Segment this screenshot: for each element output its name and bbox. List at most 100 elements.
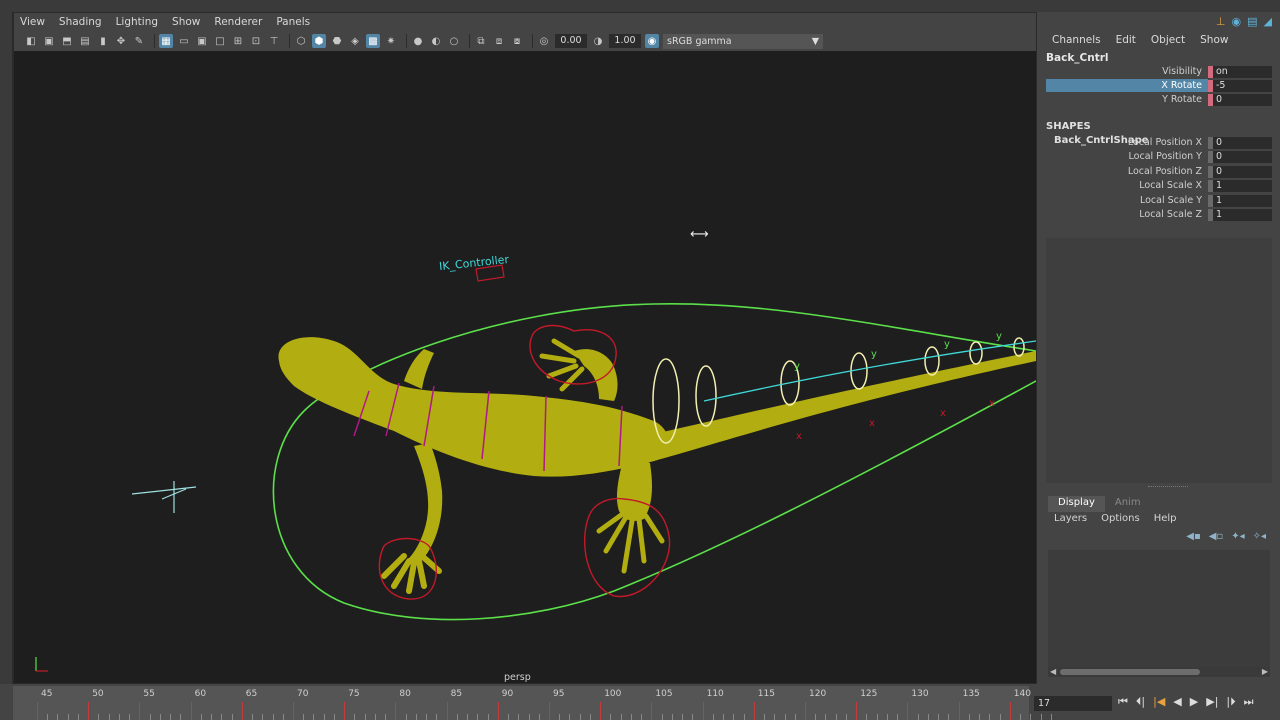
channel-row-x-rotate[interactable]: X Rotate -5 <box>1046 79 1272 92</box>
grease-pencil-icon[interactable]: ✎ <box>132 34 146 48</box>
go-to-start-icon[interactable]: ⏮ <box>1118 695 1128 709</box>
menu-show[interactable]: Show <box>172 16 200 28</box>
channel-row-y-rotate[interactable]: Y Rotate 0 <box>1046 93 1272 106</box>
current-frame-field[interactable]: 17 <box>1034 696 1112 711</box>
attribute-editor-icon[interactable]: ◉ <box>1232 15 1242 28</box>
grid-icon[interactable]: ▦ <box>159 34 173 48</box>
motion-blur-icon[interactable]: ○ <box>447 34 461 48</box>
smooth-shade-icon[interactable]: ⬢ <box>312 34 326 48</box>
shape-attr-label[interactable]: Local Scale X <box>1046 179 1208 192</box>
keyframe-marker[interactable] <box>549 702 550 720</box>
use-all-lights-icon[interactable]: ✷ <box>384 34 398 48</box>
step-forward-frame-icon[interactable]: |⏵ <box>1226 695 1235 709</box>
keyframe-marker[interactable] <box>190 702 192 720</box>
shape-attr-label[interactable]: Local Scale Y <box>1046 194 1208 207</box>
new-layer-selected-icon[interactable]: ✧◂ <box>1253 531 1266 542</box>
menu-channels[interactable]: Channels <box>1052 34 1101 46</box>
channel-value-field[interactable]: -5 <box>1213 79 1272 92</box>
object-name[interactable]: Back_Cntrl <box>1046 52 1109 64</box>
scroll-left-icon[interactable]: ◀ <box>1050 667 1056 676</box>
shape-attr-row[interactable]: Local Scale Y 1 <box>1046 194 1272 207</box>
time-slider[interactable]: 45 50 55 60 65 70 75 80 85 90 95 100 105 110 115 120 125… <box>13 686 1052 720</box>
modeling-toolkit-icon[interactable]: ⊥ <box>1216 15 1226 28</box>
menu-object[interactable]: Object <box>1151 34 1185 46</box>
shape-attr-value[interactable]: 1 <box>1213 194 1272 207</box>
shape-attr-label[interactable]: Local Position Z <box>1046 165 1208 178</box>
new-layer-icon[interactable]: ✦◂ <box>1231 531 1244 542</box>
exposure-icon[interactable]: ◎ <box>537 34 551 48</box>
keyframe-marker[interactable] <box>37 702 38 720</box>
menu-view[interactable]: View <box>20 16 45 28</box>
wireframe-on-shaded-icon[interactable]: ⬣ <box>330 34 344 48</box>
menu-lighting[interactable]: Lighting <box>116 16 158 28</box>
keyframe-marker[interactable] <box>446 702 448 720</box>
textured-icon[interactable]: ◈ <box>348 34 362 48</box>
menu-renderer[interactable]: Renderer <box>214 16 262 28</box>
gamma-field[interactable]: 1.00 <box>609 34 641 48</box>
channel-label[interactable]: Y Rotate <box>1046 93 1208 106</box>
menu-help[interactable]: Help <box>1154 513 1177 524</box>
tool-settings-icon[interactable]: ▤ <box>1247 15 1257 28</box>
keyframe-marker[interactable] <box>139 702 141 720</box>
two-d-pan-icon[interactable]: ✥ <box>114 34 128 48</box>
view-transform-dropdown[interactable]: sRGB gamma ▼ <box>663 33 823 49</box>
ambient-occlusion-icon[interactable]: ◐ <box>429 34 443 48</box>
keyframe-marker[interactable] <box>497 702 499 720</box>
keyframe-marker[interactable] <box>702 702 704 720</box>
keyframe-marker[interactable] <box>753 702 755 720</box>
move-layer-up-icon[interactable]: ◀▪ <box>1186 531 1200 542</box>
layer-list[interactable] <box>1048 550 1270 670</box>
camera-attributes-icon[interactable]: ▣ <box>42 34 56 48</box>
channel-value-field[interactable]: on <box>1213 65 1272 78</box>
gate-mask-icon[interactable]: □ <box>213 34 227 48</box>
shape-attr-row[interactable]: Local Position X 0 <box>1046 136 1272 149</box>
lock-camera-icon[interactable]: ▮ <box>96 34 110 48</box>
panel-splitter-handle[interactable] <box>1148 486 1188 489</box>
wireframe-icon[interactable]: ⬡ <box>294 34 308 48</box>
exposure-field[interactable]: 0.00 <box>555 34 587 48</box>
keyframe-marker[interactable] <box>805 702 806 720</box>
keyframe-marker[interactable] <box>88 702 90 720</box>
xray-icon[interactable]: ▩ <box>366 34 380 48</box>
color-management-icon[interactable]: ◉ <box>645 34 659 48</box>
shape-attr-row[interactable]: Local Scale X 1 <box>1046 179 1272 192</box>
keyframe-marker[interactable] <box>1009 702 1011 720</box>
shape-attr-value[interactable]: 0 <box>1213 150 1272 163</box>
keyframe-marker[interactable] <box>651 702 653 720</box>
xray-active-icon[interactable]: ⧇ <box>510 34 524 48</box>
menu-layers[interactable]: Layers <box>1054 513 1087 524</box>
step-forward-key-icon[interactable]: ▶| <box>1206 695 1218 709</box>
shape-attr-value[interactable]: 0 <box>1213 165 1272 178</box>
channel-label[interactable]: X Rotate <box>1046 79 1208 92</box>
shape-attr-value[interactable]: 1 <box>1213 179 1272 192</box>
shape-attr-value[interactable]: 0 <box>1213 136 1272 149</box>
bookmark-icon[interactable]: ⬒ <box>60 34 74 48</box>
keyframe-marker[interactable] <box>600 702 602 720</box>
scrollbar-thumb[interactable] <box>1060 669 1200 675</box>
isolate-select-icon[interactable]: ⧉ <box>474 34 488 48</box>
keyframe-marker[interactable] <box>958 702 960 720</box>
play-backwards-icon[interactable]: ◀ <box>1173 695 1181 709</box>
keyframe-marker[interactable] <box>395 702 397 720</box>
keyframe-marker[interactable] <box>907 702 909 720</box>
menu-edit[interactable]: Edit <box>1116 34 1136 46</box>
camera-select-icon[interactable]: ◧ <box>24 34 38 48</box>
menu-options[interactable]: Options <box>1101 513 1140 524</box>
menu-show-channels[interactable]: Show <box>1200 34 1228 46</box>
3d-scene[interactable]: IK_Controller y y y y x x x x ⟷ persp <box>14 51 1036 683</box>
shape-attr-label[interactable]: Local Scale Z <box>1046 208 1208 221</box>
xray-joints-icon[interactable]: ⧈ <box>492 34 506 48</box>
keyframe-marker[interactable] <box>293 702 294 720</box>
shape-attr-row[interactable]: Local Position Y 0 <box>1046 150 1272 163</box>
channel-row-visibility[interactable]: Visibility on <box>1046 65 1272 78</box>
shape-attr-row[interactable]: Local Position Z 0 <box>1046 165 1272 178</box>
step-back-frame-icon[interactable]: ⏴| <box>1136 695 1145 709</box>
scroll-right-icon[interactable]: ▶ <box>1262 667 1268 676</box>
resolution-gate-icon[interactable]: ▣ <box>195 34 209 48</box>
go-to-end-icon[interactable]: ⏭ <box>1244 695 1254 709</box>
shape-attr-label[interactable]: Local Position X <box>1046 136 1208 149</box>
channel-label[interactable]: Visibility <box>1046 65 1208 78</box>
play-forwards-icon[interactable]: ▶ <box>1190 695 1198 709</box>
step-back-key-icon[interactable]: |◀ <box>1153 695 1165 709</box>
field-chart-icon[interactable]: ⊞ <box>231 34 245 48</box>
